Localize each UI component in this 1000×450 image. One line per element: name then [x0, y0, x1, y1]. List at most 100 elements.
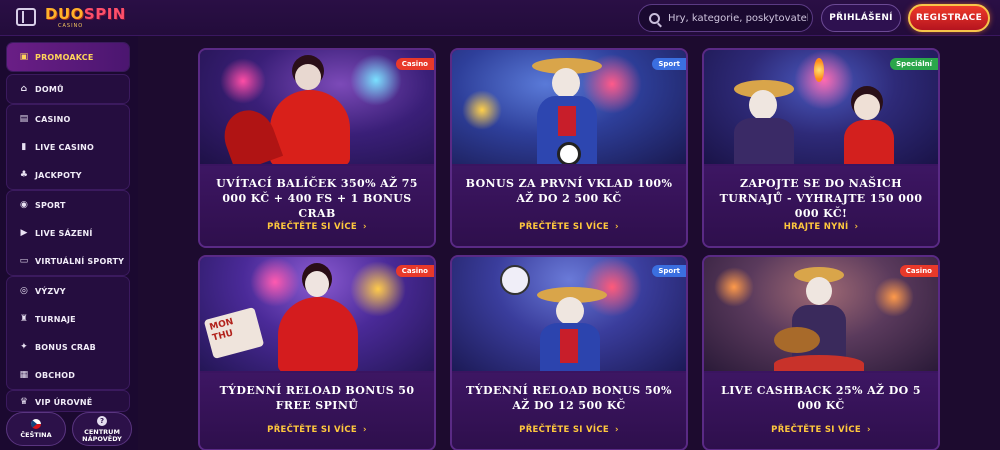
- ball-icon: ◉: [19, 200, 29, 210]
- sidebar-item-turnaje[interactable]: ♜ TURNAJE: [7, 305, 129, 333]
- sidebar-item-label: TURNAJE: [35, 314, 76, 324]
- sidebar-item-label: SPORT: [35, 200, 66, 210]
- play-now-link[interactable]: HRAJTE NYNÍ ›: [704, 222, 938, 232]
- sidebar-item-live-sazeni[interactable]: ▶ LIVE SÁZENÍ: [7, 219, 129, 247]
- read-more-link[interactable]: PŘEČTĚTE SI VÍCE ›: [200, 425, 434, 435]
- promo-title: TÝDENNÍ RELOAD BONUS 50 FREE SPINŮ: [219, 384, 415, 412]
- promo-card-image: Sport: [452, 50, 686, 164]
- sidebar-item-label: VÝZVY: [35, 286, 66, 296]
- promo-card-body: UVÍTACÍ BALÍČEK 350% AŽ 75 000 KČ + 400 …: [200, 166, 434, 246]
- sidebar-item-bonus-crab[interactable]: ✦ BONUS CRAB: [7, 333, 129, 361]
- logo-text-spin: SPIN: [83, 5, 126, 23]
- sidebar-item-vip-urovne[interactable]: ♛ VIP ÚROVNĚ: [7, 391, 129, 411]
- sidebar-item-label: DOMŮ: [35, 84, 64, 94]
- category-badge: Casino: [395, 265, 434, 277]
- promo-card-weekly-sport[interactable]: Sport TÝDENNÍ RELOAD BONUS 50% AŽ DO 12 …: [450, 255, 688, 450]
- top-header: DUOSPIN CASINO PŘIHLÁŠENÍ REGISTRACE: [0, 0, 1000, 36]
- shop-icon: ▦: [19, 370, 29, 380]
- language-label: ČEŠTINA: [20, 431, 52, 439]
- nav-group-extras: ◎ VÝZVY ♜ TURNAJE ✦ BONUS CRAB ▦ OBCHOD: [6, 276, 130, 390]
- chevron-right-icon: ›: [867, 425, 871, 435]
- slot-machine-icon: ▤: [19, 114, 29, 124]
- help-center-button[interactable]: ? CENTRUM NÁPOVĚDY: [72, 412, 132, 446]
- promo-card-welcome[interactable]: Casino UVÍTACÍ BALÍČEK 350% AŽ 75 000 KČ…: [198, 48, 436, 248]
- cards-icon: ▮: [21, 142, 27, 152]
- logo-text-duo: DUO: [45, 5, 84, 23]
- category-badge: Sport: [652, 265, 686, 277]
- nav-group-vip: ♛ VIP ÚROVNĚ: [6, 390, 130, 412]
- read-more-link[interactable]: PŘEČTĚTE SI VÍCE ›: [452, 425, 686, 435]
- promo-card-image: Speciální: [704, 50, 938, 164]
- sidebar-item-domu[interactable]: ⌂ DOMŮ: [7, 75, 129, 103]
- promo-card-live-cashback[interactable]: Casino LIVE CASHBACK 25% AŽ DO 5 000 KČ …: [702, 255, 940, 450]
- sidebar-item-jackpoty[interactable]: ♣ JACKPOTY: [7, 161, 129, 189]
- nav-group-promo: ▣ PROMOAKCE: [6, 42, 130, 72]
- sidebar-item-label: PROMOAKCE: [35, 52, 94, 62]
- read-more-link[interactable]: PŘEČTĚTE SI VÍCE ›: [704, 425, 938, 435]
- search-icon: [649, 12, 660, 24]
- category-badge: Sport: [652, 58, 686, 70]
- home-icon: ⌂: [20, 84, 28, 94]
- promo-card-tournaments[interactable]: Speciální ZAPOJTE SE DO NAŠICH TURNAJŮ -…: [702, 48, 940, 248]
- sidebar-item-label: OBCHOD: [35, 370, 76, 380]
- help-icon: ?: [97, 415, 107, 426]
- sidebar-item-obchod[interactable]: ▦ OBCHOD: [7, 361, 129, 389]
- sidebar-item-sport[interactable]: ◉ SPORT: [7, 191, 129, 219]
- crown-icon: ♛: [19, 397, 29, 407]
- logo-tagline: CASINO: [58, 23, 84, 29]
- nav-group-home: ⌂ DOMŮ: [6, 74, 130, 104]
- help-label-line2: NÁPOVĚDY: [82, 434, 122, 443]
- sidebar-item-label: CASINO: [35, 114, 71, 124]
- sidebar: ▣ PROMOAKCE ⌂ DOMŮ ▤ CASINO ▮ LIVE CASIN…: [0, 36, 138, 450]
- czech-flag-icon: [31, 419, 41, 429]
- sidebar-item-live-casino[interactable]: ▮ LIVE CASINO: [7, 133, 129, 161]
- gift-icon: ▣: [19, 52, 29, 62]
- promo-card-weekly-spins[interactable]: MON THU Casino TÝDENNÍ RELOAD BONUS 50 F…: [198, 255, 436, 450]
- sidebar-item-casino[interactable]: ▤ CASINO: [7, 105, 129, 133]
- login-button[interactable]: PŘIHLÁŠENÍ: [821, 4, 901, 32]
- promotions-grid: Casino UVÍTACÍ BALÍČEK 350% AŽ 75 000 KČ…: [138, 36, 1000, 450]
- read-more-link[interactable]: PŘEČTĚTE SI VÍCE ›: [200, 222, 434, 232]
- register-button[interactable]: REGISTRACE: [908, 4, 990, 32]
- chevron-right-icon: ›: [615, 425, 619, 435]
- search-input[interactable]: [668, 12, 808, 24]
- promo-card-image: Casino: [704, 257, 938, 371]
- category-badge: Casino: [395, 58, 434, 70]
- chevron-right-icon: ›: [363, 425, 367, 435]
- monitor-icon: ▭: [19, 256, 29, 266]
- sidebar-item-promoakce[interactable]: ▣ PROMOAKCE: [7, 43, 129, 71]
- promo-card-image: Casino: [200, 50, 434, 164]
- claw-icon: ✦: [20, 342, 28, 352]
- promo-card-sport-deposit[interactable]: Sport BONUS ZA PRVNÍ VKLAD 100% AŽ DO 2 …: [450, 48, 688, 248]
- promo-title: BONUS ZA PRVNÍ VKLAD 100% AŽ DO 2 500 KČ: [465, 177, 673, 205]
- sidebar-item-label: BONUS CRAB: [35, 342, 96, 352]
- promo-card-body: LIVE CASHBACK 25% AŽ DO 5 000 KČ PŘEČTĚT…: [704, 373, 938, 449]
- promo-card-image: MON THU Casino: [200, 257, 434, 371]
- chevron-right-icon: ›: [854, 222, 859, 232]
- promo-title: TÝDENNÍ RELOAD BONUS 50% AŽ DO 12 500 KČ: [466, 384, 672, 412]
- sidebar-item-label: VIP ÚROVNĚ: [35, 397, 93, 407]
- promo-title: ZAPOJTE SE DO NAŠICH TURNAJŮ - VYHRAJTE …: [719, 177, 923, 220]
- sidebar-toggle-icon[interactable]: [16, 8, 36, 26]
- trophy-icon: ♜: [19, 314, 29, 324]
- sidebar-item-label: VIRTUÁLNÍ SPORTY: [35, 256, 125, 266]
- nav-group-casino: ▤ CASINO ▮ LIVE CASINO ♣ JACKPOTY: [6, 104, 130, 190]
- language-button[interactable]: ČEŠTINA: [6, 412, 66, 446]
- promo-title: LIVE CASHBACK 25% AŽ DO 5 000 KČ: [721, 384, 921, 412]
- clover-icon: ♣: [19, 170, 29, 180]
- promo-card-body: TÝDENNÍ RELOAD BONUS 50% AŽ DO 12 500 KČ…: [452, 373, 686, 449]
- sidebar-item-label: LIVE CASINO: [35, 142, 95, 152]
- read-more-link[interactable]: PŘEČTĚTE SI VÍCE ›: [452, 222, 686, 232]
- nav-group-sport: ◉ SPORT ▶ LIVE SÁZENÍ ▭ VIRTUÁLNÍ SPORTY: [6, 190, 130, 276]
- promo-card-body: TÝDENNÍ RELOAD BONUS 50 FREE SPINŮ PŘEČT…: [200, 373, 434, 449]
- promo-card-body: BONUS ZA PRVNÍ VKLAD 100% AŽ DO 2 500 KČ…: [452, 166, 686, 246]
- category-badge: Casino: [899, 265, 938, 277]
- promo-card-image: Sport: [452, 257, 686, 371]
- sidebar-item-label: JACKPOTY: [35, 170, 82, 180]
- sidebar-item-virtualni-sporty[interactable]: ▭ VIRTUÁLNÍ SPORTY: [7, 247, 129, 275]
- category-badge: Speciální: [890, 58, 938, 70]
- search-box[interactable]: [638, 4, 813, 32]
- promo-title: UVÍTACÍ BALÍČEK 350% AŽ 75 000 KČ + 400 …: [216, 177, 418, 220]
- sidebar-item-vyzvy[interactable]: ◎ VÝZVY: [7, 277, 129, 305]
- target-icon: ◎: [19, 286, 29, 296]
